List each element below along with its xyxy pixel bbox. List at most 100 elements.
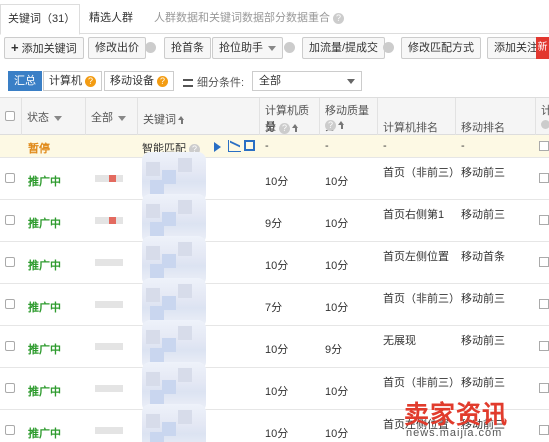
- row-mobile-rank: 移动前三: [461, 377, 505, 389]
- edit-price-button[interactable]: 修改出价: [88, 37, 146, 59]
- row-status: 推广中: [28, 386, 61, 398]
- sort-up-icon: [178, 116, 185, 125]
- help-icon[interactable]: [145, 42, 156, 53]
- header-status[interactable]: 状态: [22, 98, 86, 135]
- row-checkbox[interactable]: [5, 341, 15, 351]
- header-all[interactable]: 全部: [86, 98, 138, 135]
- new-badge: 新: [536, 37, 549, 59]
- summary-toggle[interactable]: 汇总: [8, 71, 42, 91]
- quality-block: [95, 301, 102, 308]
- header-mobile-rank[interactable]: 移动排名: [456, 98, 536, 135]
- header-status-text: 状态: [27, 112, 49, 124]
- plus-icon: +: [11, 40, 19, 55]
- table-row: 推广中 10分 10分 首页（非前三） 移动前三: [0, 152, 549, 202]
- row-pc-quality: -: [265, 140, 269, 152]
- watermark-brand: 卖家资讯: [404, 400, 509, 429]
- help-icon[interactable]: ?: [333, 12, 344, 24]
- header-keyword-text: 关键词: [143, 114, 176, 126]
- header-keyword[interactable]: 关键词: [138, 98, 260, 135]
- grab-helper-button[interactable]: 抢位助手: [212, 37, 283, 59]
- quality-block: [109, 259, 116, 266]
- mobile-toggle[interactable]: 移动设备?: [104, 71, 174, 91]
- header-pc-rank[interactable]: 计算机排名: [378, 98, 456, 135]
- grab-first-label: 抢首条: [171, 42, 204, 54]
- row-extra-icon[interactable]: [539, 341, 549, 351]
- boost-button[interactable]: 加流量/提成交: [302, 37, 386, 59]
- play-icon[interactable]: [214, 142, 221, 152]
- row-mobile-rank: 移动前三: [461, 335, 505, 347]
- computer-toggle[interactable]: 计算机?: [43, 71, 102, 91]
- header-pc-quality-unit: 分: [265, 122, 276, 134]
- row-pc-quality: 9分: [265, 218, 283, 230]
- row-extra-icon[interactable]: [539, 383, 549, 393]
- table-row: 推广中 10分 10分 首页左侧位置 移动首条: [0, 236, 549, 286]
- tab-audience[interactable]: 精选人群: [82, 4, 140, 35]
- blur-block: [162, 338, 176, 352]
- header-pc-quality[interactable]: 计算机质量分?: [260, 98, 320, 135]
- help-icon[interactable]: ?: [279, 122, 290, 134]
- row-checkbox[interactable]: [5, 215, 15, 225]
- row-status: 推广中: [28, 344, 61, 356]
- monitor-icon[interactable]: [244, 140, 255, 151]
- row-extra-icon[interactable]: [539, 299, 549, 309]
- row-extra-icon[interactable]: [539, 257, 549, 267]
- quality-block: [116, 259, 123, 266]
- trend-chart-icon[interactable]: [228, 140, 241, 152]
- blur-block: [162, 380, 176, 394]
- blur-block: [146, 372, 160, 386]
- quality-block: [116, 385, 123, 392]
- condition-label-text: 细分条件:: [197, 77, 245, 89]
- table-row: 推广中 9分 10分 首页右侧第1 移动前三: [0, 194, 549, 244]
- edit-match-button[interactable]: 修改匹配方式: [401, 37, 481, 59]
- chevron-down-icon: [347, 79, 355, 84]
- blur-block: [150, 390, 164, 404]
- watermark-logo: 卖家资讯 news.maijia.com: [398, 395, 549, 442]
- row-mobile-rank: 移动前三: [461, 167, 505, 179]
- blur-block: [178, 284, 192, 298]
- row-keyword-blurred[interactable]: [142, 404, 206, 442]
- row-extra-icon[interactable]: [539, 173, 549, 183]
- help-icon[interactable]: ?: [325, 119, 336, 131]
- header-pc-rank-label: 计算机排名: [383, 122, 438, 134]
- row-extra-icon[interactable]: [539, 215, 549, 225]
- quality-block: [102, 175, 109, 182]
- row-checkbox[interactable]: [5, 425, 15, 435]
- condition-select[interactable]: 全部: [252, 71, 362, 91]
- row-pc-quality: 10分: [265, 176, 289, 188]
- row-checkbox[interactable]: [5, 383, 15, 393]
- help-icon[interactable]: [284, 42, 295, 53]
- row-checkbox[interactable]: [5, 257, 15, 267]
- add-keyword-label: 添加关键词: [21, 43, 77, 55]
- row-checkbox[interactable]: [5, 299, 15, 309]
- tab-keywords[interactable]: 关键词（31）: [0, 4, 80, 35]
- blur-block: [178, 158, 192, 172]
- blur-block: [178, 326, 192, 340]
- blur-block: [146, 204, 160, 218]
- help-icon[interactable]: ?: [85, 75, 96, 87]
- header-last[interactable]: 计: [536, 98, 549, 135]
- add-keyword-button[interactable]: + 添加关键词: [4, 37, 84, 59]
- help-icon[interactable]: ?: [157, 75, 168, 87]
- add-follow-button[interactable]: 添加关注: [487, 37, 539, 59]
- row-mobile-rank: 移动前三: [461, 209, 505, 221]
- keyword-table: 状态 全部 关键词 计算机质量分? 移动质量分? 计算机排名 移动排名 计 暂停…: [0, 97, 549, 442]
- quality-block: [116, 175, 123, 182]
- blur-block: [150, 348, 164, 362]
- help-icon[interactable]: [383, 42, 394, 53]
- blur-block: [146, 330, 160, 344]
- grab-first-button[interactable]: 抢首条: [164, 37, 211, 59]
- header-mobile-quality[interactable]: 移动质量分?: [320, 98, 378, 135]
- quality-block: [95, 175, 102, 182]
- condition-value: 全部: [259, 75, 281, 87]
- row-mobile-quality: -: [325, 140, 329, 152]
- summary-label: 汇总: [14, 75, 36, 87]
- help-icon[interactable]: [541, 120, 549, 129]
- row-mobile-rank: 移动首条: [461, 251, 505, 263]
- table-row: 推广中 7分 10分 首页（非前三） 移动前三: [0, 278, 549, 328]
- quality-block: [116, 301, 123, 308]
- row-extra-icon[interactable]: [539, 141, 549, 151]
- mobile-label: 移动设备: [110, 75, 154, 87]
- quality-block: [102, 217, 109, 224]
- select-all-checkbox[interactable]: [5, 111, 15, 121]
- row-checkbox[interactable]: [5, 173, 15, 183]
